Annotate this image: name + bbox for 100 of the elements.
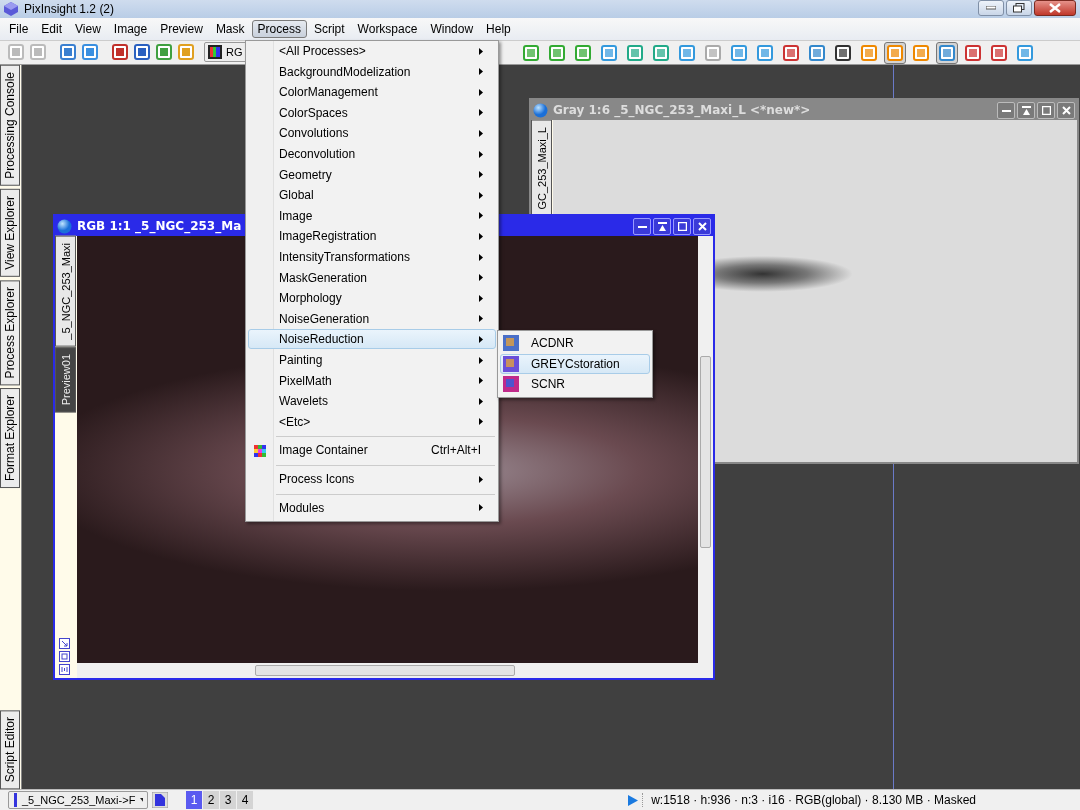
square-icon[interactable] [520, 42, 542, 64]
menu-item[interactable]: Image Container Ctrl+Alt+I [248, 440, 496, 461]
image-window-title: Gray 1:6 _5_NGC_253_Maxi_L <*new*> [553, 103, 811, 117]
close-button[interactable] [1034, 0, 1076, 16]
shade-icon [1021, 105, 1031, 115]
shade-button[interactable] [1017, 101, 1035, 119]
window-title: PixInsight 1.2 (2) [24, 2, 115, 16]
dock-tab[interactable]: Format Explorer [0, 387, 20, 488]
menu-item[interactable]: Image [107, 20, 154, 38]
menu-item[interactable]: Morphology [248, 288, 496, 309]
dock-tab[interactable]: Script Editor [0, 709, 20, 789]
image-info: w:1518 · h:936 · n:3 · i16 · RGB(global) · 8.130 MB · Masked [642, 793, 976, 807]
close-icon [1049, 3, 1061, 13]
submenu-arrow-icon [479, 212, 483, 220]
menu-item[interactable]: <Etc> [248, 411, 496, 432]
workspace-tab[interactable]: 1 [186, 791, 202, 809]
maximize-button[interactable] [673, 217, 691, 235]
close-button[interactable] [1057, 101, 1075, 119]
menu-item[interactable]: Preview [154, 20, 209, 38]
maximize-button[interactable] [1037, 101, 1055, 119]
menu-item[interactable]: Painting [248, 350, 496, 370]
view-tab[interactable]: GC_253_Maxi_L [531, 120, 552, 217]
restore-button[interactable] [1006, 0, 1032, 16]
close-button[interactable] [693, 217, 711, 235]
minimize-button[interactable] [633, 217, 651, 235]
submenu-arrow-icon [479, 253, 483, 261]
submenu-arrow-icon [479, 150, 483, 158]
submenu-arrow-icon [479, 475, 483, 483]
menu-item[interactable]: BackgroundModelization [248, 61, 496, 82]
sphere-icon [533, 102, 548, 118]
menu-item[interactable]: View [69, 20, 107, 38]
menu-item[interactable]: Mask [209, 20, 251, 38]
menu-item[interactable]: Modules [248, 497, 496, 518]
menu-item[interactable]: MaskGeneration [248, 267, 496, 288]
shade-icon [657, 221, 667, 231]
zoom-fit-icon[interactable] [59, 638, 70, 649]
submenu-arrow-icon [479, 191, 483, 199]
menu-item[interactable]: IntensityTransformations [248, 247, 496, 267]
menu-item[interactable]: GREYCstoration [500, 353, 650, 374]
dock-tab[interactable]: Process Explorer [0, 279, 20, 385]
shade-button[interactable] [653, 217, 671, 235]
submenu-arrow-icon [479, 109, 483, 117]
menu-item[interactable]: Workspace [351, 20, 424, 38]
dock-tab[interactable]: Processing Console [0, 65, 20, 186]
view-tab[interactable]: _5_NGC_253_Maxi [55, 236, 76, 347]
submenu-arrow-icon [479, 294, 483, 302]
close-icon [1061, 105, 1071, 115]
restore-icon [1013, 3, 1025, 13]
workspace-tab[interactable]: 2 [203, 791, 219, 809]
submenu-arrow-icon [479, 335, 483, 343]
menu-item[interactable]: Edit [35, 20, 69, 38]
menu-item[interactable]: File [3, 20, 35, 38]
submenu-arrow-icon [479, 88, 483, 96]
menu-item[interactable]: Window [424, 20, 480, 38]
menu-item[interactable]: Global [248, 185, 496, 206]
zoom-window-icon[interactable] [59, 651, 70, 662]
submenu-arrow-icon [479, 274, 483, 282]
cube-icon [4, 2, 18, 16]
submenu-arrow-icon [479, 315, 483, 323]
dock-tab[interactable]: View Explorer [0, 188, 20, 277]
menu-item[interactable]: NoiseReduction [248, 329, 496, 350]
submenu-arrow-icon [479, 377, 483, 385]
menu-item[interactable]: ImageRegistration [248, 226, 496, 247]
workspace-tab[interactable]: 3 [220, 791, 236, 809]
menu-item[interactable]: Process Icons [248, 469, 496, 489]
menu-item[interactable]: Image [248, 205, 496, 226]
sphere-icon [57, 218, 72, 234]
view-tab[interactable]: Preview01 [55, 346, 76, 412]
minimize-button[interactable] [997, 101, 1015, 119]
submenu-arrow-icon [479, 418, 483, 426]
menu-item[interactable]: Process [251, 20, 307, 38]
menu-item[interactable]: ColorManagement [248, 82, 496, 103]
maximize-icon [677, 221, 687, 231]
view-selector[interactable]: _5_NGC_253_Maxi->F [8, 791, 148, 809]
menu-item[interactable]: Wavelets [248, 391, 496, 412]
submenu-arrow-icon [479, 68, 483, 76]
submenu-arrow-icon [479, 171, 483, 179]
zoom-one-icon[interactable] [59, 664, 70, 675]
minimize-icon [986, 6, 996, 10]
process-icon [503, 335, 519, 352]
menu-item[interactable]: Help [480, 20, 517, 38]
menu-item[interactable]: NoiseGeneration [248, 308, 496, 329]
maximize-icon [1041, 105, 1051, 115]
play-icon[interactable] [628, 794, 639, 806]
submenu-arrow-icon [479, 356, 483, 364]
submenu-arrow-icon [479, 129, 483, 137]
submenu-arrow-icon [479, 397, 483, 405]
caret-icon [140, 797, 143, 803]
menu-item[interactable]: PixelMath [248, 370, 496, 391]
menu-item[interactable]: Convolutions [248, 123, 496, 144]
menu-item[interactable]: SCNR [500, 374, 650, 395]
menu-item[interactable]: ACDNR [500, 333, 650, 354]
menu-item[interactable]: Script [307, 20, 351, 38]
workspace-tab[interactable]: 4 [237, 791, 253, 809]
process-icon [503, 355, 519, 372]
close-icon [697, 221, 707, 231]
menu-item[interactable]: ColorSpaces [248, 102, 496, 123]
menu-item[interactable]: Deconvolution [248, 144, 496, 164]
menu-item[interactable]: Geometry [248, 164, 496, 185]
menu-item[interactable]: <All Processes> [248, 41, 496, 61]
